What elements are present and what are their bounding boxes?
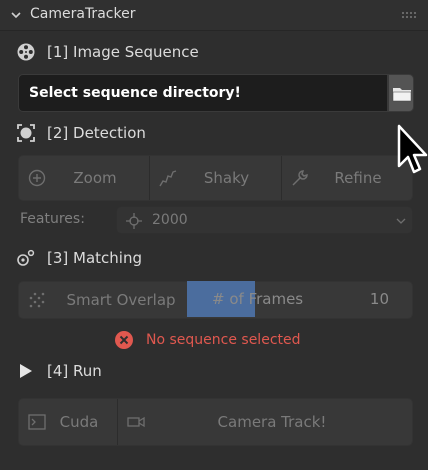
num-frames-value: 10 xyxy=(369,290,389,308)
camera-track-label: Camera Track! xyxy=(217,413,327,431)
chevron-down-icon xyxy=(396,218,406,224)
section-image-sequence: [1] Image Sequence xyxy=(16,40,199,64)
shaky-button[interactable]: Shaky xyxy=(150,156,281,200)
section-label: [3] Matching xyxy=(47,249,142,267)
sequence-directory-field[interactable]: Select sequence directory! xyxy=(18,74,388,112)
camera-tracker-panel: CameraTracker [1] Image Sequence Select … xyxy=(0,0,428,470)
error-text: No sequence selected xyxy=(146,332,301,348)
zoom-button[interactable]: Zoom xyxy=(19,156,149,200)
num-frames-slider[interactable]: # of Frames 10 xyxy=(187,281,413,319)
detection-buttons-row: Zoom Shaky Refine xyxy=(18,155,413,201)
error-x-icon xyxy=(115,331,133,349)
shaky-icon xyxy=(159,170,177,187)
run-row: Cuda Camera Track! xyxy=(18,398,413,446)
section-matching: [3] Matching xyxy=(16,246,142,270)
refine-button[interactable]: Refine xyxy=(282,156,412,200)
error-message: No sequence selected xyxy=(114,330,301,350)
browse-folder-button[interactable] xyxy=(388,74,414,112)
features-value: 2000 xyxy=(152,212,188,228)
features-dropdown[interactable]: 2000 xyxy=(116,206,413,234)
smart-overlap-label: Smart Overlap xyxy=(66,291,176,309)
section-run: [4] Run xyxy=(16,359,102,383)
section-detection: [2] Detection xyxy=(16,121,146,145)
wrench-icon xyxy=(292,170,308,186)
sequence-directory-value: Select sequence directory! xyxy=(29,85,241,101)
console-icon xyxy=(28,414,46,430)
shaky-label: Shaky xyxy=(203,169,250,187)
zoom-icon xyxy=(28,169,46,187)
scatter-icon xyxy=(29,292,45,308)
mouse-cursor-icon xyxy=(397,124,428,174)
zoom-label: Zoom xyxy=(73,169,117,187)
panel-title: CameraTracker xyxy=(30,6,136,22)
drag-grip-icon[interactable] xyxy=(401,11,417,19)
cuda-toggle[interactable]: Cuda xyxy=(19,399,117,445)
panel-header[interactable]: CameraTracker xyxy=(0,0,428,31)
features-label: Features: xyxy=(20,211,85,227)
section-label: [2] Detection xyxy=(47,124,146,142)
section-label: [4] Run xyxy=(47,362,102,380)
play-icon xyxy=(16,361,36,381)
match-icon xyxy=(16,248,36,268)
target-icon xyxy=(16,123,36,143)
refine-label: Refine xyxy=(334,169,382,187)
section-label: [1] Image Sequence xyxy=(47,43,199,61)
camera-icon xyxy=(127,416,145,428)
camera-track-button[interactable]: Camera Track! xyxy=(118,399,412,445)
film-reel-icon xyxy=(16,42,36,62)
num-frames-label: # of Frames xyxy=(212,290,304,308)
smart-overlap-toggle[interactable]: Smart Overlap xyxy=(19,282,187,318)
crosshair-icon xyxy=(126,213,142,229)
cuda-label: Cuda xyxy=(59,413,99,431)
chevron-down-icon[interactable] xyxy=(10,9,22,21)
folder-icon xyxy=(392,88,412,102)
